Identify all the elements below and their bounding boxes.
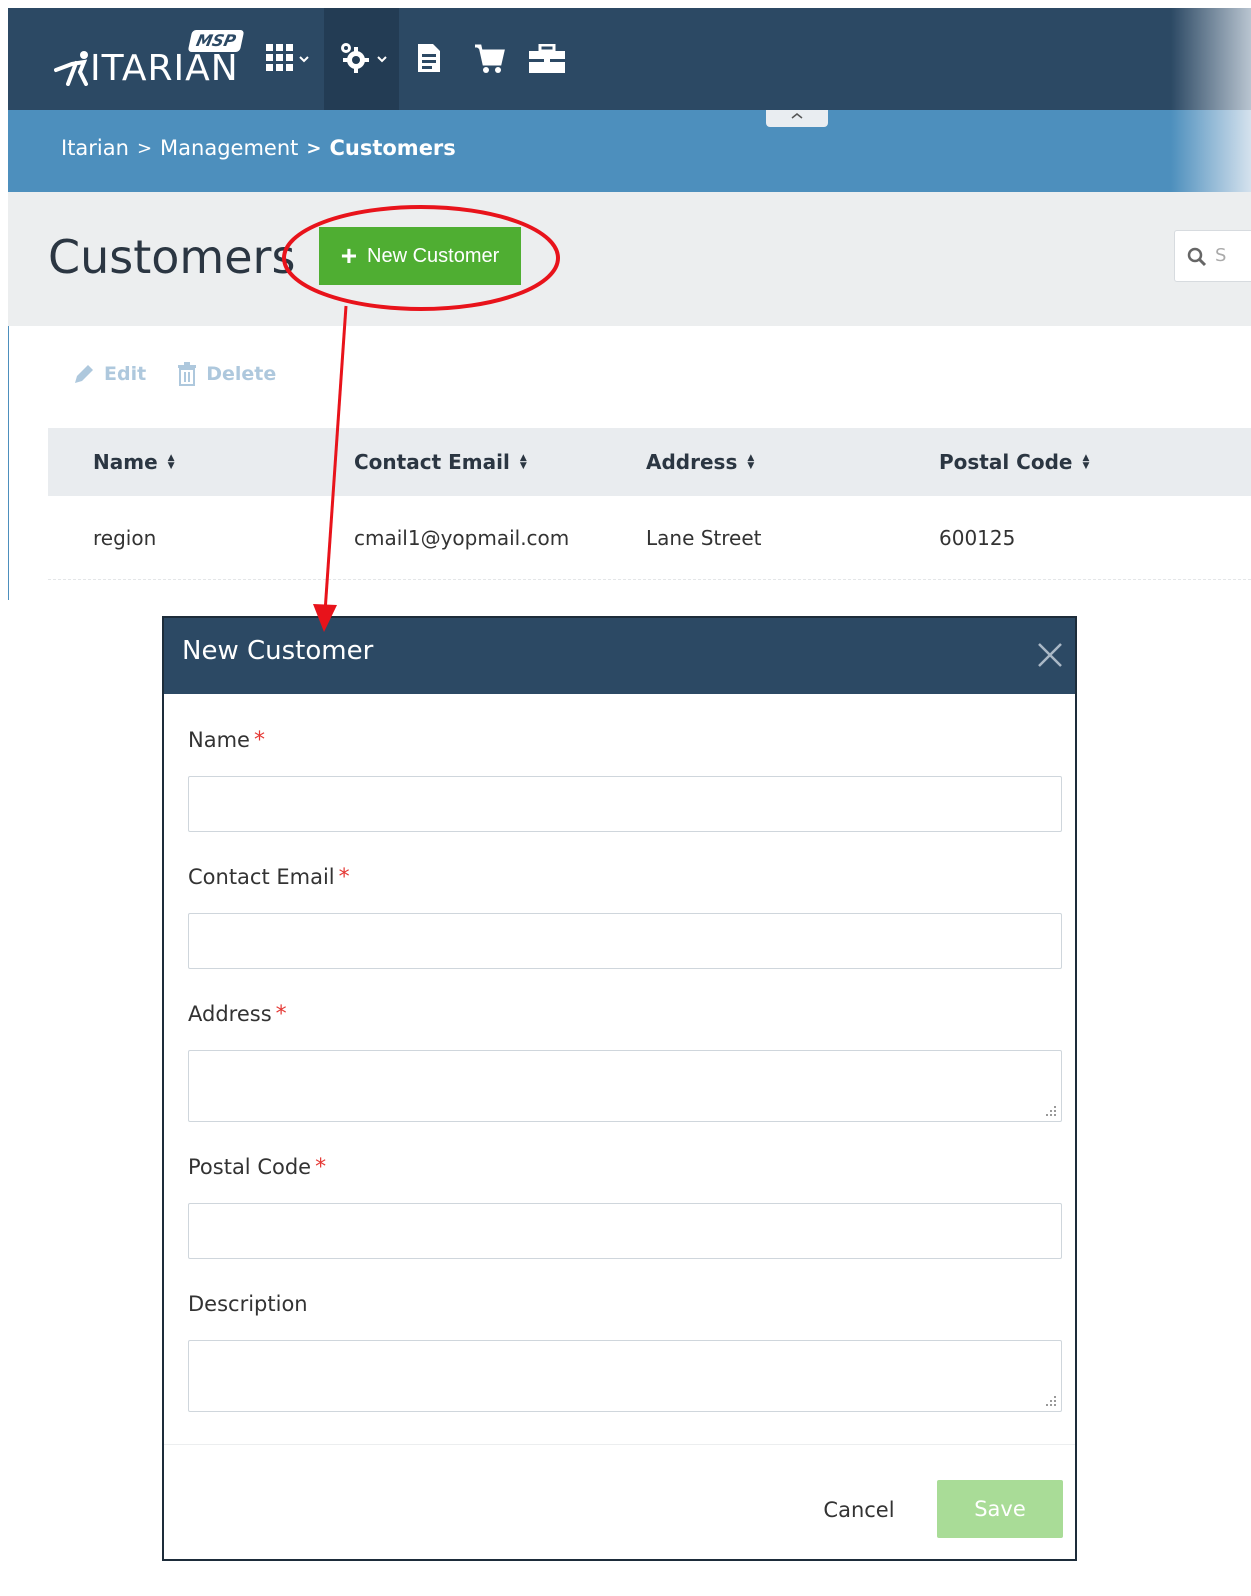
cell-contact-email: cmail1@yopmail.com bbox=[354, 526, 570, 550]
plus-icon: + bbox=[340, 240, 358, 271]
cell-name: region bbox=[93, 526, 157, 550]
dialog-header: New Customer bbox=[164, 618, 1075, 694]
top-nav-bar: MSP ITARIAN bbox=[8, 8, 1251, 110]
postal-code-input[interactable] bbox=[188, 1203, 1062, 1259]
breadcrumb-bar: Itarian > Management > Customers bbox=[8, 110, 1251, 192]
search-icon bbox=[1187, 247, 1207, 267]
page-title: Customers bbox=[48, 230, 296, 284]
column-header-label: Address bbox=[646, 450, 738, 474]
breadcrumb-item-management[interactable]: Management bbox=[160, 136, 298, 160]
settings-gear-icon[interactable] bbox=[338, 40, 394, 76]
breadcrumb-item-itarian[interactable]: Itarian bbox=[61, 136, 129, 160]
name-input[interactable] bbox=[188, 776, 1062, 832]
delete-button[interactable]: Delete bbox=[176, 362, 276, 386]
resize-grip-icon[interactable] bbox=[1045, 1395, 1057, 1407]
cancel-button[interactable]: Cancel bbox=[804, 1482, 914, 1538]
name-label: Name * bbox=[188, 728, 265, 753]
cell-address: Lane Street bbox=[646, 526, 762, 550]
column-header-contact-email[interactable]: Contact Email ▲ ▼ bbox=[354, 450, 527, 474]
edit-button[interactable]: Edit bbox=[72, 362, 146, 386]
trash-icon bbox=[178, 362, 197, 386]
close-icon[interactable] bbox=[1035, 640, 1065, 670]
new-customer-dialog: New Customer Name * Contact Email * Addres… bbox=[162, 616, 1077, 1561]
dialog-footer-divider bbox=[164, 1444, 1075, 1445]
new-customer-label: New Customer bbox=[367, 244, 500, 267]
save-button[interactable]: Save bbox=[937, 1480, 1063, 1538]
column-header-label: Postal Code bbox=[939, 450, 1073, 474]
required-marker: * bbox=[338, 865, 350, 890]
chevron-up-icon bbox=[791, 113, 803, 119]
field-label-text: Name bbox=[188, 728, 250, 752]
sort-icon: ▲ ▼ bbox=[519, 453, 527, 471]
column-header-label: Contact Email bbox=[354, 450, 510, 474]
search-input[interactable]: S bbox=[1174, 230, 1251, 282]
itarian-logo[interactable]: MSP ITARIAN bbox=[50, 30, 245, 90]
cart-icon[interactable] bbox=[474, 44, 506, 74]
required-marker: * bbox=[275, 1002, 287, 1027]
postal-code-label: Postal Code * bbox=[188, 1155, 326, 1180]
contact-email-label: Contact Email * bbox=[188, 865, 350, 890]
field-label-text: Address bbox=[188, 1002, 272, 1026]
breadcrumb-separator: > bbox=[306, 137, 322, 159]
collapse-header-tab[interactable] bbox=[766, 110, 828, 127]
contact-email-input[interactable] bbox=[188, 913, 1062, 969]
required-marker: * bbox=[315, 1155, 327, 1180]
sort-icon: ▲ ▼ bbox=[1082, 453, 1090, 471]
field-label-text: Description bbox=[188, 1292, 308, 1316]
table-header: Name ▲ ▼ Contact Email ▲ ▼ Address ▲ ▼ Post… bbox=[48, 428, 1251, 496]
column-header-name[interactable]: Name ▲ ▼ bbox=[93, 450, 175, 474]
required-marker: * bbox=[253, 728, 265, 753]
table-row[interactable]: region cmail1@yopmail.com Lane Street 60… bbox=[48, 496, 1251, 580]
runner-icon bbox=[54, 51, 88, 86]
topbar-fade bbox=[1171, 8, 1251, 110]
sort-icon: ▲ ▼ bbox=[167, 453, 175, 471]
column-header-postal-code[interactable]: Postal Code ▲ ▼ bbox=[939, 450, 1089, 474]
logo-word: ITARIAN bbox=[90, 48, 239, 89]
breadcrumb-item-customers: Customers bbox=[329, 136, 456, 160]
cell-postal-code: 600125 bbox=[939, 526, 1016, 550]
column-header-label: Name bbox=[93, 450, 158, 474]
dialog-title: New Customer bbox=[182, 636, 374, 666]
document-icon[interactable] bbox=[416, 42, 442, 74]
address-textarea[interactable] bbox=[188, 1050, 1062, 1122]
resize-grip-icon[interactable] bbox=[1045, 1105, 1057, 1117]
description-textarea[interactable] bbox=[188, 1340, 1062, 1412]
field-label-text: Contact Email bbox=[188, 865, 335, 889]
table-toolbar: Edit Delete bbox=[72, 362, 276, 386]
new-customer-button[interactable]: + New Customer bbox=[319, 227, 521, 285]
description-label: Description bbox=[188, 1292, 308, 1316]
sort-icon: ▲ ▼ bbox=[747, 453, 755, 471]
edit-label: Edit bbox=[104, 363, 147, 385]
breadcrumb-fade bbox=[1171, 110, 1251, 192]
breadcrumb: Itarian > Management > Customers bbox=[61, 136, 456, 160]
pencil-icon bbox=[75, 365, 93, 383]
field-label-text: Postal Code bbox=[188, 1155, 312, 1179]
column-header-address[interactable]: Address ▲ ▼ bbox=[646, 450, 754, 474]
apps-grid-icon[interactable] bbox=[264, 42, 314, 76]
breadcrumb-separator: > bbox=[136, 137, 153, 159]
toolbox-icon[interactable] bbox=[528, 44, 566, 74]
search-placeholder: S bbox=[1215, 245, 1227, 266]
address-label: Address * bbox=[188, 1002, 287, 1027]
delete-label: Delete bbox=[206, 363, 277, 385]
